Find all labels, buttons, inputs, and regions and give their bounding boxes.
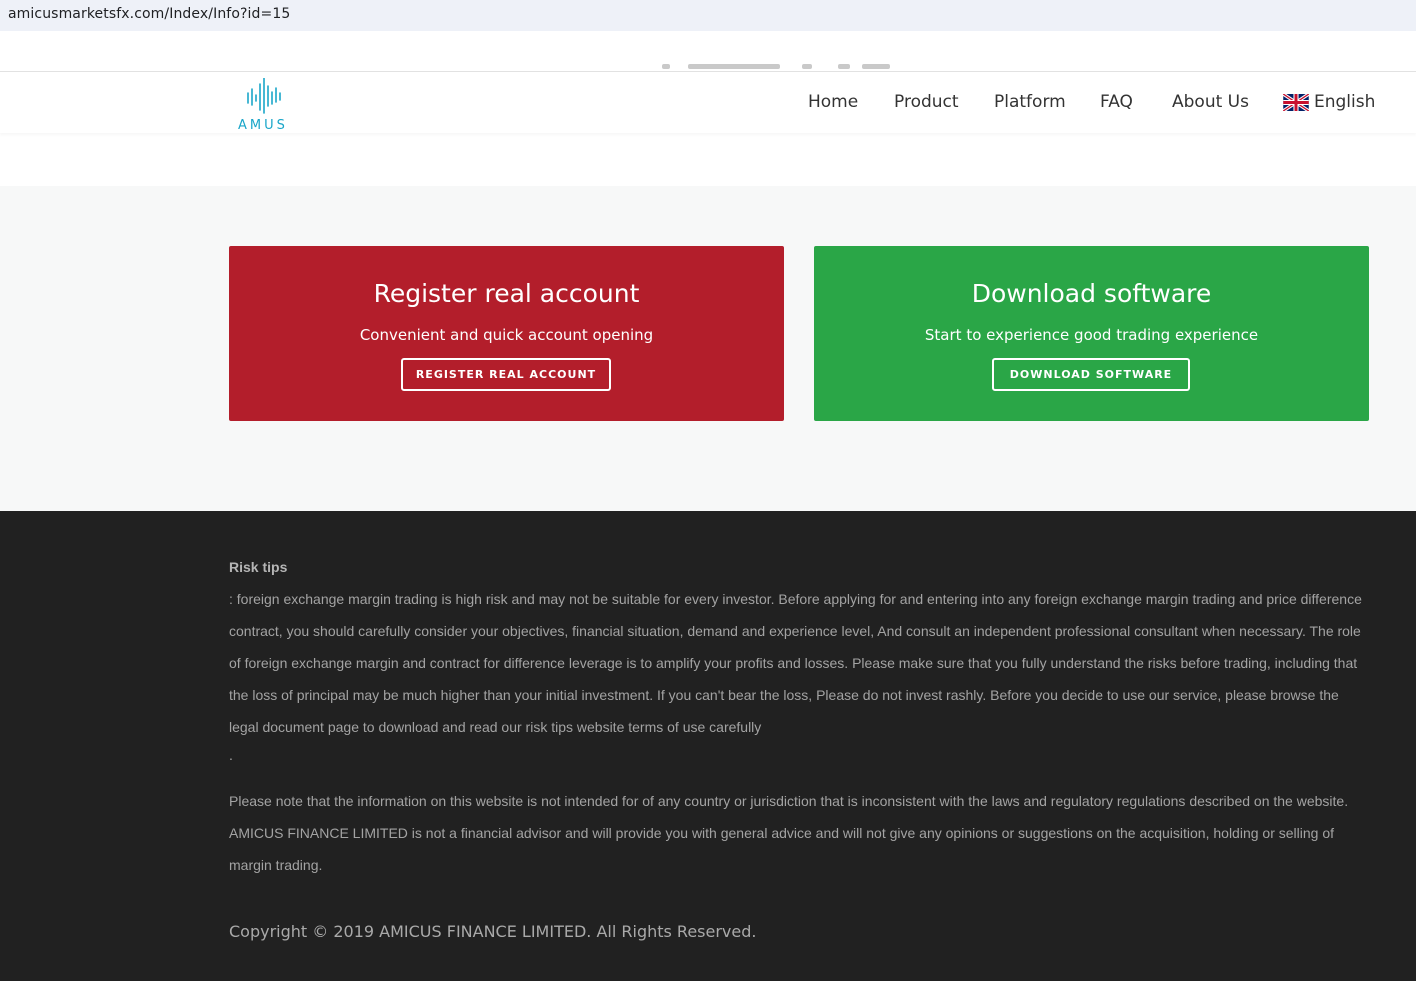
logo-waveform-icon	[247, 78, 281, 114]
risk-tips-dot: .	[229, 747, 233, 763]
amus-logo[interactable]: AMUS	[236, 78, 292, 134]
download-card-title: Download software	[971, 279, 1212, 308]
url-text[interactable]: amicusmarketsfx.com/Index/Info?id=15	[8, 6, 290, 22]
risk-tips-title: Risk tips	[229, 559, 288, 575]
nav-platform[interactable]: Platform	[994, 92, 1066, 112]
faded-header-remnant	[662, 60, 898, 74]
logo-text: AMUS	[238, 118, 288, 133]
register-real-account-button[interactable]: REGISTER REAL ACCOUNT	[401, 358, 611, 391]
download-card: Download software Start to experience go…	[814, 246, 1369, 421]
site-footer: Risk tips : foreign exchange margin trad…	[0, 511, 1416, 981]
download-card-subtitle: Start to experience good trading experie…	[924, 326, 1259, 344]
nav-home[interactable]: Home	[808, 92, 858, 112]
register-card: Register real account Convenient and qui…	[229, 246, 784, 421]
download-software-button[interactable]: DOWNLOAD SOFTWARE	[992, 358, 1190, 391]
nav-about-us[interactable]: About Us	[1172, 92, 1249, 112]
nav-faq[interactable]: FAQ	[1100, 92, 1133, 112]
risk-tips-text: : foreign exchange margin trading is hig…	[229, 591, 1362, 735]
browser-address-bar[interactable]: amicusmarketsfx.com/Index/Info?id=15	[0, 0, 1416, 31]
nav-product[interactable]: Product	[894, 92, 959, 112]
register-card-title: Register real account	[373, 279, 640, 308]
register-card-subtitle: Convenient and quick account opening	[359, 326, 654, 344]
disclaimer-note: Please note that the information on this…	[229, 793, 1349, 873]
language-label: English	[1314, 92, 1376, 112]
copyright-text: Copyright © 2019 AMICUS FINANCE LIMITED.…	[229, 922, 757, 941]
uk-flag-icon	[1283, 94, 1309, 111]
